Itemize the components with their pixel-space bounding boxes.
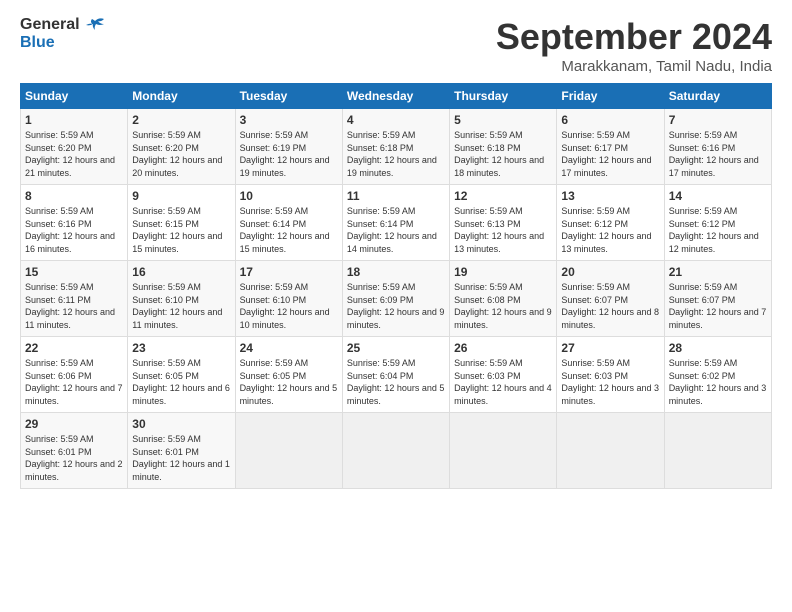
table-row: 5 Sunrise: 5:59 AM Sunset: 6:18 PM Dayli… — [450, 109, 557, 185]
empty-cell — [450, 413, 557, 489]
table-row: 12 Sunrise: 5:59 AM Sunset: 6:13 PM Dayl… — [450, 185, 557, 261]
col-monday: Monday — [128, 84, 235, 109]
table-row: 7 Sunrise: 5:59 AM Sunset: 6:16 PM Dayli… — [664, 109, 771, 185]
table-row: 11 Sunrise: 5:59 AM Sunset: 6:14 PM Dayl… — [342, 185, 449, 261]
table-row: 9 Sunrise: 5:59 AM Sunset: 6:15 PM Dayli… — [128, 185, 235, 261]
col-thursday: Thursday — [450, 84, 557, 109]
table-row: 21 Sunrise: 5:59 AM Sunset: 6:07 PM Dayl… — [664, 261, 771, 337]
empty-cell — [664, 413, 771, 489]
empty-cell — [235, 413, 342, 489]
table-row: 17 Sunrise: 5:59 AM Sunset: 6:10 PM Dayl… — [235, 261, 342, 337]
logo: General Blue — [20, 16, 104, 51]
table-row: 18 Sunrise: 5:59 AM Sunset: 6:09 PM Dayl… — [342, 261, 449, 337]
header-row: Sunday Monday Tuesday Wednesday Thursday… — [21, 84, 772, 109]
page-container: General Blue September 2024 Marakkanam, … — [0, 0, 792, 499]
table-row: 4 Sunrise: 5:59 AM Sunset: 6:18 PM Dayli… — [342, 109, 449, 185]
month-title: September 2024 — [496, 16, 772, 58]
table-row: 16 Sunrise: 5:59 AM Sunset: 6:10 PM Dayl… — [128, 261, 235, 337]
calendar-table: Sunday Monday Tuesday Wednesday Thursday… — [20, 83, 772, 489]
table-row: 3 Sunrise: 5:59 AM Sunset: 6:19 PM Dayli… — [235, 109, 342, 185]
table-row: 29 Sunrise: 5:59 AM Sunset: 6:01 PM Dayl… — [21, 413, 128, 489]
table-row: 6 Sunrise: 5:59 AM Sunset: 6:17 PM Dayli… — [557, 109, 664, 185]
table-row: 20 Sunrise: 5:59 AM Sunset: 6:07 PM Dayl… — [557, 261, 664, 337]
col-saturday: Saturday — [664, 84, 771, 109]
col-friday: Friday — [557, 84, 664, 109]
empty-cell — [342, 413, 449, 489]
table-row: 13 Sunrise: 5:59 AM Sunset: 6:12 PM Dayl… — [557, 185, 664, 261]
table-row: 2 Sunrise: 5:59 AM Sunset: 6:20 PM Dayli… — [128, 109, 235, 185]
empty-cell — [557, 413, 664, 489]
table-row: 15 Sunrise: 5:59 AM Sunset: 6:11 PM Dayl… — [21, 261, 128, 337]
location: Marakkanam, Tamil Nadu, India — [496, 58, 772, 75]
table-row: 23 Sunrise: 5:59 AM Sunset: 6:05 PM Dayl… — [128, 337, 235, 413]
table-row: 25 Sunrise: 5:59 AM Sunset: 6:04 PM Dayl… — [342, 337, 449, 413]
table-row: 24 Sunrise: 5:59 AM Sunset: 6:05 PM Dayl… — [235, 337, 342, 413]
table-row: 26 Sunrise: 5:59 AM Sunset: 6:03 PM Dayl… — [450, 337, 557, 413]
table-row: 8 Sunrise: 5:59 AM Sunset: 6:16 PM Dayli… — [21, 185, 128, 261]
col-wednesday: Wednesday — [342, 84, 449, 109]
col-tuesday: Tuesday — [235, 84, 342, 109]
table-row: 28 Sunrise: 5:59 AM Sunset: 6:02 PM Dayl… — [664, 337, 771, 413]
table-row: 14 Sunrise: 5:59 AM Sunset: 6:12 PM Dayl… — [664, 185, 771, 261]
table-row: 22 Sunrise: 5:59 AM Sunset: 6:06 PM Dayl… — [21, 337, 128, 413]
title-block: September 2024 Marakkanam, Tamil Nadu, I… — [496, 16, 772, 75]
table-row: 19 Sunrise: 5:59 AM Sunset: 6:08 PM Dayl… — [450, 261, 557, 337]
col-sunday: Sunday — [21, 84, 128, 109]
table-row: 1 Sunrise: 5:59 AM Sunset: 6:20 PM Dayli… — [21, 109, 128, 185]
header: General Blue September 2024 Marakkanam, … — [20, 16, 772, 75]
table-row: 27 Sunrise: 5:59 AM Sunset: 6:03 PM Dayl… — [557, 337, 664, 413]
logo-bird-icon — [86, 17, 104, 33]
table-row: 30 Sunrise: 5:59 AM Sunset: 6:01 PM Dayl… — [128, 413, 235, 489]
table-row: 10 Sunrise: 5:59 AM Sunset: 6:14 PM Dayl… — [235, 185, 342, 261]
